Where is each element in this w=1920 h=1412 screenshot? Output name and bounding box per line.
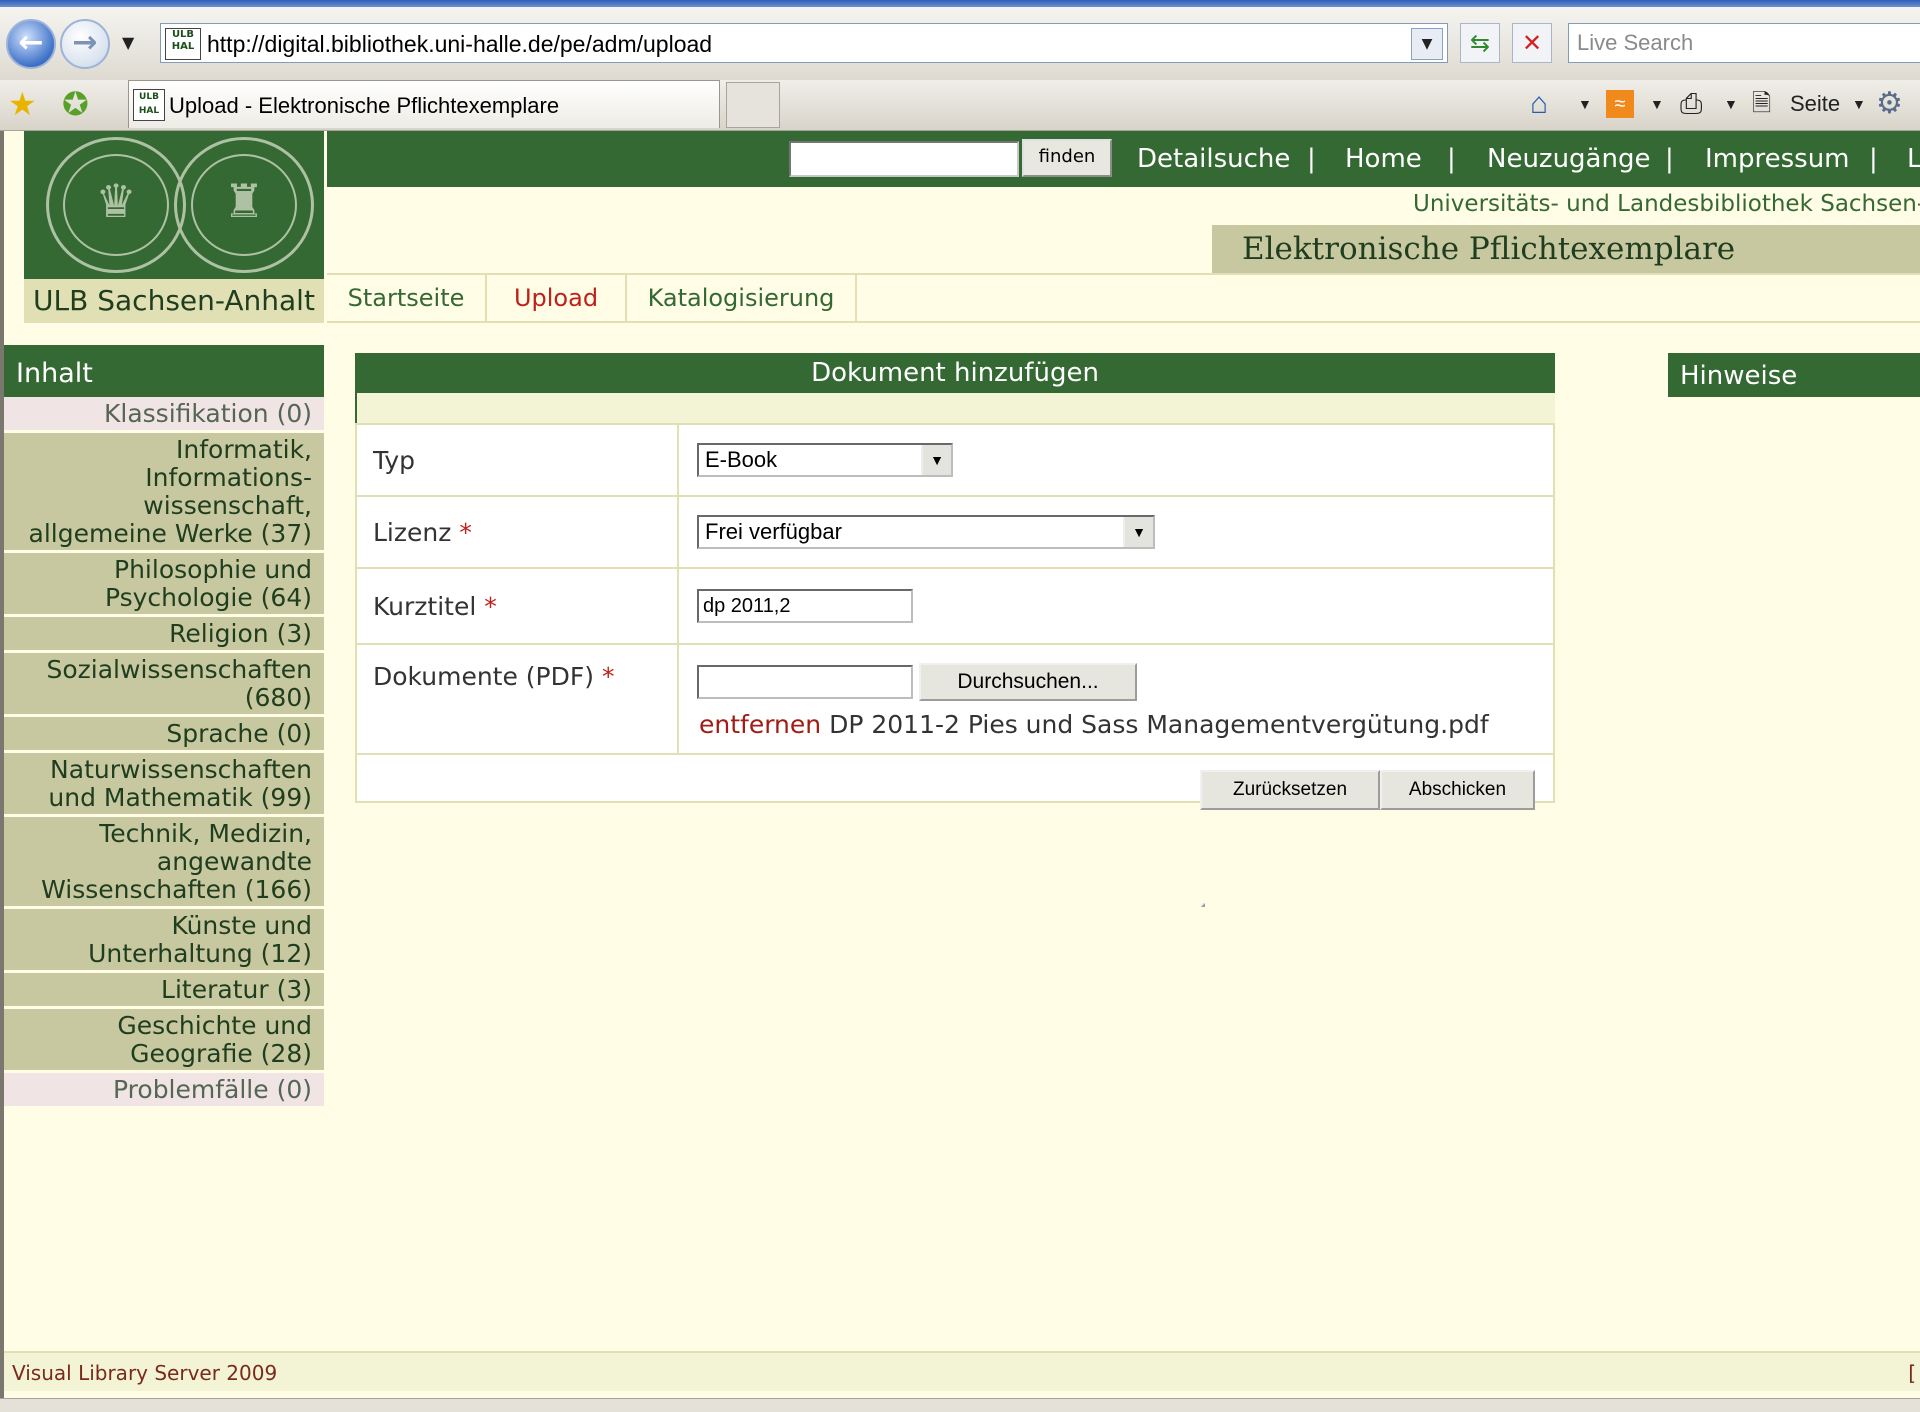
refresh-icon[interactable]: ⇆: [1460, 23, 1500, 63]
dokumente-label: Dokumente (PDF) *: [357, 645, 679, 753]
site-topbar: finden Detailsuche | Home | Neuzugänge |…: [327, 131, 1920, 187]
tab-upload[interactable]: Upload: [487, 275, 627, 321]
typ-select[interactable]: E-Book ▼: [697, 443, 953, 477]
back-arrow-icon[interactable]: ←: [6, 19, 56, 69]
library-name: ULB Sachsen-Anhalt: [24, 279, 324, 323]
print-dropdown-icon[interactable]: ▼: [1724, 88, 1738, 120]
sidebar-item-religion[interactable]: Religion (3): [4, 617, 324, 653]
sidebar-item-sozialwissenschaften[interactable]: Sozialwissenschaften (680): [4, 653, 324, 717]
sidebar-item-philosophie[interactable]: Philosophie und Psychologie (64): [4, 553, 324, 617]
sidebar-item-informatik[interactable]: Informatik, Informations-wissenschaft, a…: [4, 433, 324, 553]
upload-form: Typ E-Book ▼ Lizenz * Frei verfügbar ▼ K…: [355, 423, 1555, 907]
lizenz-label: Lizenz *: [357, 497, 679, 567]
chevron-down-icon[interactable]: ▼: [921, 445, 951, 475]
page-menu-button[interactable]: Seite: [1790, 88, 1840, 120]
tab-favicon-icon: ULB HAL: [133, 89, 165, 121]
new-tab-button[interactable]: [726, 82, 780, 128]
lizenz-select[interactable]: Frei verfügbar ▼: [697, 515, 1155, 549]
site-favicon-icon: ULB HAL: [165, 28, 201, 60]
forward-arrow-icon[interactable]: →: [60, 19, 110, 69]
nav-detailsuche[interactable]: Detailsuche: [1137, 131, 1290, 187]
seal-left-icon: ♛: [46, 137, 186, 273]
file-path-input[interactable]: [697, 665, 913, 699]
page-footer: Visual Library Server 2009 [: [4, 1351, 1920, 1391]
feeds-dropdown-icon[interactable]: ▼: [1650, 88, 1664, 120]
row-dokumente: Dokumente (PDF) * Durchsuchen... entfern…: [357, 645, 1553, 755]
history-dropdown-icon[interactable]: ▼: [122, 33, 134, 52]
site-search-button[interactable]: finden: [1022, 139, 1112, 177]
sidebar-item-literatur[interactable]: Literatur (3): [4, 973, 324, 1009]
live-search-input[interactable]: Live Search: [1568, 23, 1920, 63]
submit-button[interactable]: Abschicken: [1380, 770, 1535, 810]
required-marker: *: [601, 662, 615, 691]
tab-startseite[interactable]: Startseite: [327, 275, 487, 321]
required-marker: *: [459, 518, 472, 547]
row-lizenz: Lizenz * Frei verfügbar ▼: [357, 497, 1553, 569]
chevron-down-icon[interactable]: ▼: [1123, 517, 1153, 547]
sidebar-item-geschichte[interactable]: Geschichte und Geografie (28): [4, 1009, 324, 1073]
remove-file-link[interactable]: entfernen: [699, 710, 821, 739]
tab-katalogisierung[interactable]: Katalogisierung: [627, 275, 857, 321]
window-titlebar: [0, 0, 1920, 7]
nav-neuzugaenge[interactable]: Neuzugänge: [1487, 131, 1650, 187]
page-dropdown-icon[interactable]: ▼: [1852, 88, 1866, 120]
tools-gear-icon[interactable]: ⚙: [1876, 88, 1903, 120]
home-dropdown-icon[interactable]: ▼: [1578, 88, 1592, 120]
feeds-icon[interactable]: ≈: [1606, 90, 1634, 118]
nav-separator: |: [1447, 144, 1456, 174]
sidebar-item-naturwissenschaften[interactable]: Naturwissenschaften und Mathematik (99): [4, 753, 324, 817]
browser-navbar: ← → ▼ ULB HAL http://digital.bibliothek.…: [0, 7, 1920, 81]
seal-right-icon: ♜: [174, 137, 314, 273]
page-viewport: ♛ ♜ ULB Sachsen-Anhalt finden Detailsuch…: [0, 131, 1920, 1398]
kurztitel-input[interactable]: dp 2011,2: [697, 589, 913, 623]
sidebar-item-problemfaelle[interactable]: Problemfälle (0): [4, 1073, 324, 1109]
row-kurztitel: Kurztitel * dp 2011,2: [357, 569, 1553, 645]
typ-label: Typ: [357, 425, 679, 495]
sidebar-item-kuenste[interactable]: Künste und Unterhaltung (12): [4, 909, 324, 973]
nav-impressum[interactable]: Impressum: [1705, 131, 1850, 187]
panel-title: Dokument hinzufügen: [355, 353, 1555, 393]
stop-icon[interactable]: ✕: [1512, 23, 1552, 63]
reset-button[interactable]: Zurücksetzen: [1200, 770, 1380, 810]
sidebar-item-sprache[interactable]: Sprache (0): [4, 717, 324, 753]
site-search-input[interactable]: [789, 141, 1019, 177]
sidebar-item-technik[interactable]: Technik, Medizin, angewandte Wissenschaf…: [4, 817, 324, 909]
add-favorite-icon[interactable]: ✪: [62, 84, 89, 124]
kurztitel-label: Kurztitel *: [357, 569, 679, 643]
tab-upload[interactable]: ULB HAL Upload - Elektronische Pflichtex…: [128, 80, 720, 128]
typ-select-value: E-Book: [705, 447, 778, 472]
institution-name: Universitäts- und Landesbibliothek Sachs…: [1413, 191, 1920, 217]
home-icon[interactable]: ⌂: [1530, 88, 1548, 120]
favorites-star-icon[interactable]: ★: [8, 84, 37, 124]
browser-tabbar: ★ ✪ ULB HAL Upload - Elektronische Pflic…: [0, 80, 1920, 131]
nav-separator: |: [1307, 144, 1316, 174]
address-dropdown-icon[interactable]: ▼: [1411, 28, 1443, 60]
tab-title: Upload - Elektronische Pflichtexemplare: [169, 93, 560, 118]
print-icon[interactable]: ⎙: [1680, 88, 1702, 120]
row-typ: Typ E-Book ▼: [357, 425, 1553, 497]
address-url[interactable]: http://digital.bibliothek.uni-halle.de/p…: [207, 24, 712, 64]
nav-truncated[interactable]: L: [1907, 131, 1920, 187]
sidebar-list: Klassifikation (0) Informatik, Informati…: [4, 397, 324, 1109]
nav-separator: |: [1869, 144, 1878, 174]
nav-separator: |: [1665, 144, 1674, 174]
uploaded-filename: DP 2011-2 Pies und Sass Managementvergüt…: [829, 710, 1489, 739]
footer-text: Visual Library Server 2009: [12, 1361, 278, 1385]
sidebar-item-klassifikation[interactable]: Klassifikation (0): [4, 397, 324, 433]
sidebar-title: Inhalt: [4, 345, 324, 397]
nav-home[interactable]: Home: [1345, 131, 1422, 187]
required-marker: *: [484, 592, 497, 621]
university-seals-logo: ♛ ♜: [24, 131, 324, 279]
uploaded-file-entry: entfernen DP 2011-2 Pies und Sass Manage…: [699, 709, 1489, 741]
footer-bracket: [: [1908, 1361, 1916, 1385]
address-bar[interactable]: ULB HAL http://digital.bibliothek.uni-ha…: [160, 23, 1448, 63]
collection-title: Elektronische Pflichtexemplare: [1212, 225, 1920, 273]
page-icon: 🗎: [1752, 90, 1772, 117]
lizenz-select-value: Frei verfügbar: [705, 519, 842, 544]
panel-subheader: [355, 393, 1555, 423]
tabs-bottom-line: [327, 321, 1920, 323]
browse-button[interactable]: Durchsuchen...: [919, 663, 1137, 701]
browser-statusbar: [0, 1398, 1920, 1412]
hints-title: Hinweise: [1668, 353, 1920, 397]
